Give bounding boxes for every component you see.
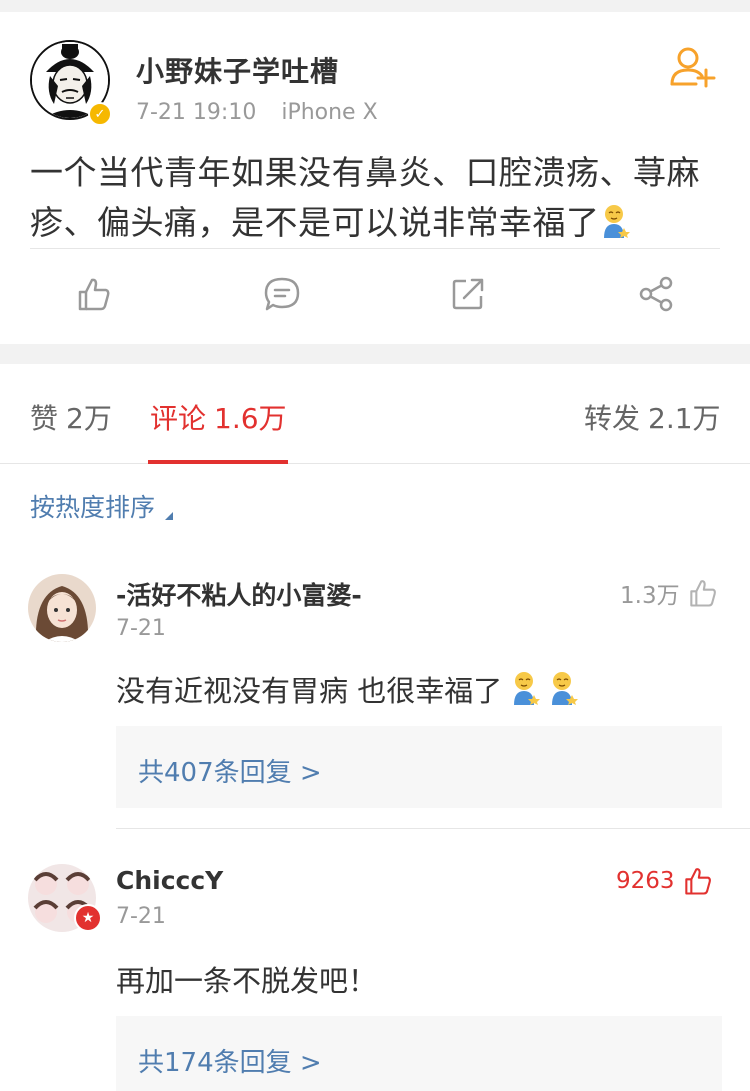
blessed-emoji-icon [600,202,630,238]
reply-summary[interactable]: 共174条回复 > [116,1016,722,1091]
share-button[interactable] [636,274,676,314]
tab-comments-count: 1.6万 [214,402,287,435]
comment-text: 再加一条不脱发吧！ [116,964,378,998]
tab-reposts-count: 2.1万 [648,402,721,435]
comment-like-button[interactable]: 9263 [616,866,713,896]
tab-comments-label: 评论 [150,402,207,435]
thumb-up-icon [78,278,110,311]
repost-icon [452,278,484,310]
comment-divider [116,828,750,829]
post-divider [30,248,720,249]
comment-button[interactable] [262,274,302,314]
share-icon [639,276,673,312]
thumb-up-icon [684,868,711,895]
comment-text-body: 没有近视没有胃病 也很幸福了 [116,674,503,708]
tab-comments[interactable]: 评论 1.6万 [150,397,287,437]
author-name[interactable]: 小野妹子学吐槽 [136,50,339,90]
comment-icon [264,277,300,311]
post-meta: 7-21 19:10 iPhone X [136,100,396,125]
post-content: 一个当代青年如果没有鼻炎、口腔溃疡、荨麻疹、偏头痛，是不是可以说非常幸福了 [30,148,720,248]
comment-like-button[interactable]: 1.3万 [620,576,718,610]
tab-reposts-label: 转发 [584,402,641,435]
vip-star-icon: ★ [74,904,102,932]
follow-user-icon[interactable] [668,44,718,88]
thumb-up-icon [689,580,716,607]
interaction-tabs: 赞 2万 评论 1.6万 转发 2.1万 [0,364,750,464]
sort-toggle[interactable]: 按热度排序 [30,488,174,524]
post-time: 7-21 19:10 [136,100,257,125]
blessed-emoji-icon [510,671,541,705]
view-replies-link[interactable]: 共174条回复 > [138,1042,322,1079]
verified-icon: ✓ [88,102,112,126]
sort-triangle-icon [165,512,174,520]
commenter-avatar[interactable] [28,574,96,642]
tab-reposts[interactable]: 转发 2.1万 [584,397,721,437]
tab-likes[interactable]: 赞 2万 [30,397,112,437]
tab-likes-count: 2万 [66,402,112,435]
tab-likes-label: 赞 [30,402,59,435]
blessed-emoji-icon [548,671,579,705]
comment-date: 7-21 [116,904,166,929]
comment-like-count: 1.3万 [620,583,680,609]
comment-text: 没有近视没有胃病 也很幸福了 [116,668,579,710]
repost-button[interactable] [448,274,488,314]
like-button[interactable] [74,274,114,314]
section-spacer [0,344,750,364]
top-spacer [0,0,750,12]
view-replies-link[interactable]: 共407条回复 > [138,752,322,789]
post-card: ✓ 小野妹子学吐槽 7-21 19:10 iPhone X 一个当代青年如果没有… [0,12,750,344]
comment-like-count: 9263 [616,868,675,894]
sort-label: 按热度排序 [30,493,156,522]
commenter-name[interactable]: -活好不粘人的小富婆- [116,576,362,612]
commenter-name[interactable]: ChicccY [116,866,223,895]
active-tab-indicator [148,460,288,464]
comment-date: 7-21 [116,616,166,641]
post-device: iPhone X [281,100,378,125]
reply-summary[interactable]: 共407条回复 > [116,726,722,808]
